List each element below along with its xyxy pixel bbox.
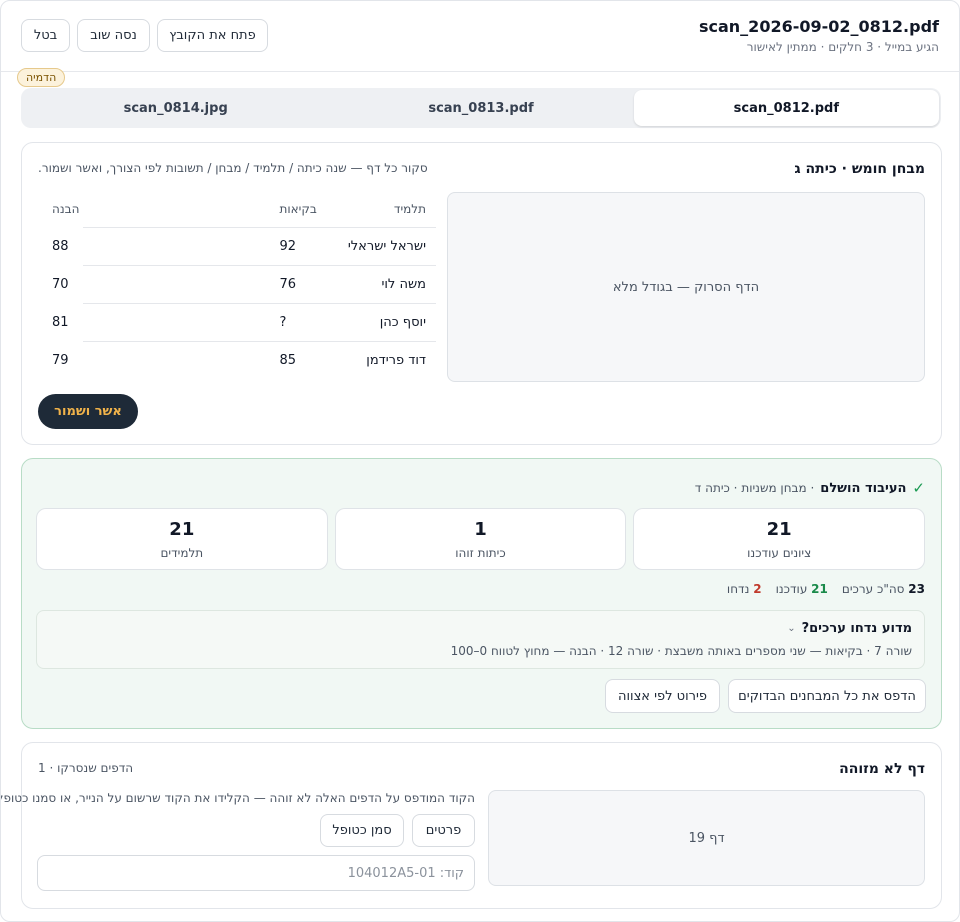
stat-students: 21 תלמידים bbox=[35, 508, 328, 570]
tab-scan-0814[interactable]: scan_0814.jpg bbox=[23, 90, 328, 126]
unidentified-message: הקוד המודפס על הדפים האלה לא זוהה — הקלי… bbox=[0, 791, 475, 805]
stat-label: תלמידים bbox=[160, 545, 204, 560]
dialog-header: scan_2026-09-02_0812.pdf הגיע במייל · 3 … bbox=[1, 1, 959, 72]
count-rejected-number: 2 bbox=[753, 582, 762, 596]
tab-scan-0812[interactable]: scan_0812.pdf bbox=[633, 90, 939, 126]
student-name-cell[interactable]: ישראל ישראלי bbox=[339, 227, 436, 266]
count-total-label: סה"כ ערכים bbox=[841, 582, 905, 596]
mastery-cell[interactable]: 76 bbox=[83, 265, 340, 304]
column-header-comprehension: הבנה bbox=[52, 202, 80, 216]
processing-done-card: ✓ העיבוד הושלם · מבחן משניות · כיתה ד 21… bbox=[21, 458, 942, 729]
comprehension-cell[interactable]: 79 bbox=[38, 341, 83, 379]
column-header-student: תלמיד bbox=[339, 191, 436, 228]
file-tabs: scan_0812.pdf scan_0813.pdf scan_0814.jp… bbox=[21, 88, 941, 128]
scan-preview[interactable]: הדף הסרוק — בגודל מלא bbox=[447, 192, 925, 382]
review-title: מבחן חומש · כיתה ג bbox=[794, 161, 925, 177]
mastery-cell-missing[interactable]: ? bbox=[83, 303, 340, 342]
rejected-reasons-panel[interactable]: מדוע נדחו ערכים? ⌄ שורה 7 · בקיאות — שני… bbox=[36, 610, 925, 669]
upload-review-dialog: scan_2026-09-02_0812.pdf הגיע במייל · 3 … bbox=[0, 0, 960, 922]
chevron-down-icon: ⌄ bbox=[787, 623, 796, 634]
stat-label: כיתות זוהו bbox=[455, 545, 506, 560]
grades-table: תלמיד בקיאות הבנה ישראל ישראלי 92 88 משה… bbox=[38, 191, 436, 379]
stat-label: ציונים עודכנו bbox=[747, 545, 812, 560]
scan-preview-label: הדף הסרוק — בגודל מלא bbox=[612, 279, 760, 295]
file-title: scan_2026-09-02_0812.pdf bbox=[698, 17, 939, 36]
check-icon: ✓ bbox=[912, 479, 925, 497]
comprehension-cell[interactable]: 88 bbox=[38, 227, 83, 265]
stat-number: 1 bbox=[474, 518, 487, 540]
student-name-cell[interactable]: דוד פרידמן bbox=[339, 341, 436, 379]
stat-grades-updated: 21 ציונים עודכנו bbox=[633, 508, 925, 570]
review-hint: סקור כל דף — שנה כיתה / תלמיד / מבחן / ת… bbox=[38, 161, 428, 175]
count-updated: 21 עודכנו bbox=[776, 582, 828, 596]
page-preview[interactable]: דף 19 bbox=[488, 790, 925, 886]
scanned-pages-count: הדפים שנסרקו · 1 bbox=[38, 761, 134, 775]
done-title: העיבוד הושלם bbox=[820, 480, 907, 496]
approve-save-button[interactable]: אשר ושמור bbox=[38, 394, 138, 429]
review-card: מבחן חומש · כיתה ג סקור כל דף — שנה כיתה… bbox=[21, 142, 942, 445]
details-button[interactable]: פרטים bbox=[412, 814, 475, 847]
comprehension-cell[interactable]: 81 bbox=[38, 303, 83, 341]
batch-detail-button[interactable]: פירוט לפי אצווה bbox=[605, 679, 720, 713]
count-updated-number: 21 bbox=[811, 582, 828, 596]
demo-badge: הדמיה bbox=[17, 68, 66, 87]
student-name-cell[interactable]: משה לוי bbox=[339, 265, 436, 304]
count-updated-label: עודכנו bbox=[775, 582, 808, 596]
stat-classes-identified: 1 כיתות זוהו bbox=[334, 508, 627, 570]
count-rejected: 2 נדחו bbox=[727, 582, 762, 596]
count-total: 23 סה"כ ערכים bbox=[842, 582, 925, 596]
mastery-cell[interactable]: 85 bbox=[83, 341, 339, 379]
code-input[interactable] bbox=[37, 855, 475, 891]
unidentified-page-card: דף לא מזוהה הדפים שנסרקו · 1 דף 19 הקוד … bbox=[1, 742, 942, 909]
cancel-button[interactable]: בטל bbox=[21, 19, 70, 52]
entry-counts: 23 סה"כ ערכים 21 עודכנו 2 נדחו bbox=[727, 582, 925, 596]
unidentified-title: דף לא מזוהה bbox=[839, 761, 925, 777]
count-rejected-label: נדחו bbox=[726, 582, 750, 596]
stat-number: 21 bbox=[169, 518, 195, 540]
done-subtitle: · מבחן משניות · כיתה ד bbox=[694, 481, 815, 495]
rejected-reasons-text: שורה 7 · בקיאות — שני מספרים באותה משבצת… bbox=[450, 644, 912, 658]
table-row: דוד פרידמן 85 79 bbox=[38, 341, 436, 379]
rejected-reasons-toggle[interactable]: מדוע נדחו ערכים? ⌄ bbox=[787, 621, 912, 636]
file-subtitle: הגיע במייל · 3 חלקים · ממתין לאישור bbox=[746, 40, 939, 54]
open-file-button[interactable]: פתח את הקובץ bbox=[157, 19, 268, 52]
rejected-reasons-title: מדוע נדחו ערכים? bbox=[801, 621, 912, 636]
done-header: ✓ העיבוד הושלם · מבחן משניות · כיתה ד bbox=[695, 479, 925, 497]
stats-row: 21 ציונים עודכנו 1 כיתות זוהו 21 תלמידים bbox=[35, 508, 925, 570]
student-name-cell[interactable]: יוסף כהן bbox=[339, 303, 436, 342]
table-row: יוסף כהן ? 81 bbox=[38, 303, 436, 342]
retry-button[interactable]: נסה שוב bbox=[77, 19, 150, 52]
page-preview-label: דף 19 bbox=[688, 830, 725, 846]
mark-handled-button[interactable]: סמן כטופל bbox=[320, 814, 404, 847]
table-row: משה לוי 76 70 bbox=[38, 265, 436, 304]
comprehension-cell[interactable]: 70 bbox=[38, 265, 83, 303]
print-all-tests-button[interactable]: הדפס את כל המבחנים הבדוקים bbox=[728, 679, 926, 713]
tab-scan-0813[interactable]: scan_0813.pdf bbox=[328, 90, 633, 126]
stat-number: 21 bbox=[766, 518, 792, 540]
mastery-cell[interactable]: 92 bbox=[83, 227, 340, 266]
count-total-number: 23 bbox=[908, 582, 925, 596]
column-header-mastery: בקיאות bbox=[83, 191, 340, 228]
table-row: ישראל ישראלי 92 88 bbox=[38, 227, 436, 266]
